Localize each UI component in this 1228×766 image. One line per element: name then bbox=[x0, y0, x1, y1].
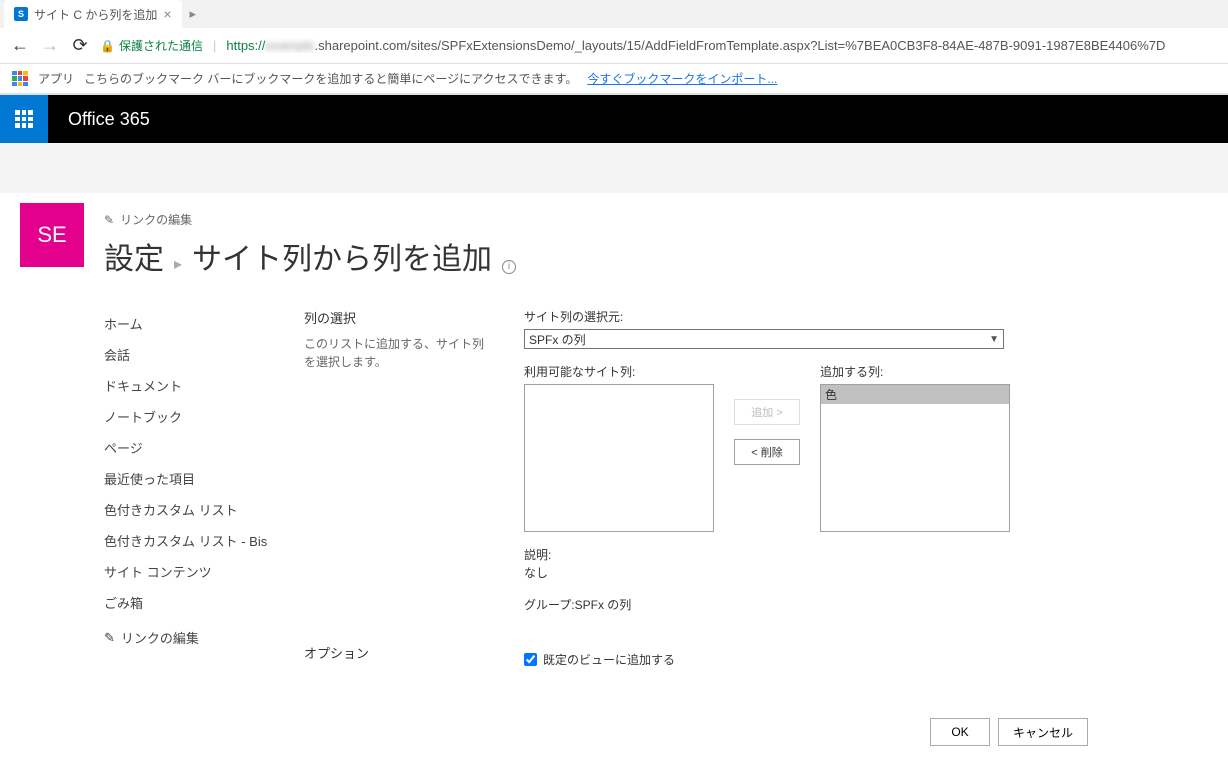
tab-strip: S サイト C から列を追加 × ▸ bbox=[0, 0, 1228, 28]
bookmark-bar: アプリ こちらのブックマーク バーにブックマークを追加すると簡単にページにアクセ… bbox=[0, 64, 1228, 94]
nav-edit-links[interactable]: ✎ リンクの編集 bbox=[104, 628, 274, 647]
reload-button[interactable]: ⟳ bbox=[70, 36, 90, 56]
cancel-button[interactable]: キャンセル bbox=[998, 718, 1088, 746]
ok-button[interactable]: OK bbox=[930, 718, 990, 746]
address-bar: ← → ⟳ 🔒 保護された通信 | https://example.sharep… bbox=[0, 28, 1228, 64]
available-columns-label: 利用可能なサイト列: bbox=[524, 363, 714, 380]
browser-tab[interactable]: S サイト C から列を追加 × bbox=[4, 0, 182, 28]
pencil-icon: ✎ bbox=[104, 630, 115, 646]
nav-recent[interactable]: 最近使った項目 bbox=[104, 463, 274, 494]
secure-label: 保護された通信 bbox=[119, 37, 203, 54]
url-separator: | bbox=[213, 38, 216, 53]
sharepoint-favicon: S bbox=[14, 7, 28, 21]
back-button[interactable]: ← bbox=[10, 36, 30, 56]
section-column-select-title: 列の選択 bbox=[304, 308, 494, 327]
description-value: なし bbox=[524, 564, 1208, 582]
new-tab-button[interactable]: ▸ bbox=[182, 6, 205, 22]
nav-conversations[interactable]: 会話 bbox=[104, 339, 274, 370]
nav-site-contents[interactable]: サイト コンテンツ bbox=[104, 556, 274, 587]
nav-notebook[interactable]: ノートブック bbox=[104, 401, 274, 432]
import-bookmarks-link[interactable]: 今すぐブックマークをインポート... bbox=[587, 70, 777, 87]
section-options-title: オプション bbox=[304, 643, 494, 668]
tab-title: サイト C から列を追加 bbox=[34, 6, 157, 23]
group-select-value: SPFx の列 bbox=[529, 331, 586, 348]
breadcrumb-settings[interactable]: 設定 bbox=[104, 234, 164, 278]
add-to-default-view-label: 既定のビューに追加する bbox=[543, 651, 675, 668]
nav-documents[interactable]: ドキュメント bbox=[104, 370, 274, 401]
add-button: 追加 > bbox=[734, 399, 800, 425]
list-item[interactable]: 色 bbox=[821, 385, 1009, 404]
url-protocol: https:// bbox=[226, 38, 265, 53]
url-host-blur: example bbox=[265, 38, 314, 53]
app-launcher[interactable] bbox=[0, 95, 48, 143]
edit-links-label: リンクの編集 bbox=[120, 211, 192, 228]
group-select[interactable]: SPFx の列 ▼ bbox=[524, 329, 1004, 349]
nav-recycle-bin[interactable]: ごみ箱 bbox=[104, 587, 274, 618]
url-path: .sharepoint.com/sites/SPFxExtensionsDemo… bbox=[315, 38, 1166, 53]
url-display[interactable]: https://example.sharepoint.com/sites/SPF… bbox=[226, 38, 1165, 53]
description-label: 説明: bbox=[524, 546, 1208, 564]
chevron-down-icon: ▼ bbox=[989, 334, 999, 345]
browser-chrome: S サイト C から列を追加 × ▸ ← → ⟳ 🔒 保護された通信 | htt… bbox=[0, 0, 1228, 95]
brand-label[interactable]: Office 365 bbox=[48, 109, 170, 130]
edit-links-top[interactable]: ✎ リンクの編集 bbox=[104, 211, 1208, 228]
add-to-default-view-input[interactable] bbox=[524, 653, 537, 666]
left-nav: ホーム 会話 ドキュメント ノートブック ページ 最近使った項目 色付きカスタム… bbox=[104, 308, 274, 746]
page-title: サイト列から列を追加 bbox=[192, 234, 492, 278]
suite-nav: Office 365 bbox=[0, 95, 1228, 143]
secure-indicator[interactable]: 🔒 保護された通信 bbox=[100, 37, 203, 54]
info-icon[interactable]: i bbox=[502, 260, 516, 274]
nav-custom-list-bis[interactable]: 色付きカスタム リスト - Bis bbox=[104, 525, 274, 556]
group-info-value: SPFx の列 bbox=[575, 598, 632, 612]
toadd-columns-label: 追加する列: bbox=[820, 363, 1010, 380]
apps-label[interactable]: アプリ bbox=[38, 70, 74, 87]
bookmark-message: こちらのブックマーク バーにブックマークを追加すると簡単にページにアクセスできま… bbox=[84, 70, 577, 87]
nav-pages[interactable]: ページ bbox=[104, 432, 274, 463]
close-tab-icon[interactable]: × bbox=[163, 6, 171, 22]
apps-icon[interactable] bbox=[12, 71, 28, 87]
section-column-select-desc: このリストに追加する、サイト列を選択します。 bbox=[304, 335, 494, 371]
chevron-right-icon: ▸ bbox=[174, 254, 182, 274]
pencil-icon: ✎ bbox=[104, 213, 114, 227]
nav-custom-list[interactable]: 色付きカスタム リスト bbox=[104, 494, 274, 525]
waffle-icon bbox=[15, 110, 33, 128]
group-info-label: グループ: bbox=[524, 598, 575, 612]
toadd-columns-listbox[interactable]: 色 bbox=[820, 384, 1010, 532]
lock-icon: 🔒 bbox=[100, 39, 115, 53]
nav-home[interactable]: ホーム bbox=[104, 308, 274, 339]
sub-header bbox=[0, 143, 1228, 193]
group-select-label: サイト列の選択元: bbox=[524, 308, 1208, 325]
add-to-default-view-checkbox[interactable]: 既定のビューに追加する bbox=[524, 651, 1208, 668]
remove-button[interactable]: < 削除 bbox=[734, 439, 800, 465]
forward-button: → bbox=[40, 36, 60, 56]
site-logo-tile[interactable]: SE bbox=[20, 203, 84, 267]
available-columns-listbox[interactable] bbox=[524, 384, 714, 532]
page-title-row: 設定 ▸ サイト列から列を追加 i bbox=[104, 234, 1208, 278]
nav-edit-links-label: リンクの編集 bbox=[121, 628, 199, 647]
